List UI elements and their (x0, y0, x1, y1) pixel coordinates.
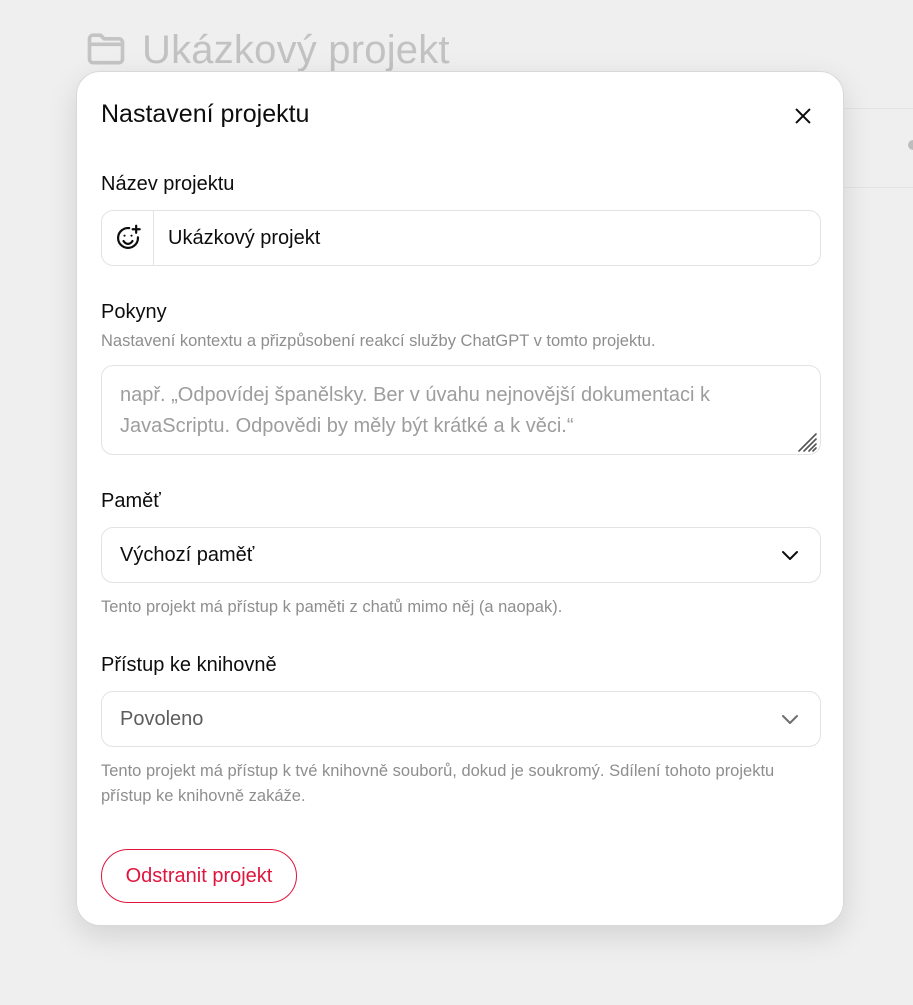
project-name-label: Název projektu (101, 173, 235, 195)
project-name-input[interactable] (154, 211, 820, 265)
instructions-description: Nastavení kontextu a přizpůsobení reakcí… (101, 332, 656, 350)
background-avatar (908, 140, 913, 150)
chevron-down-icon (782, 551, 798, 560)
background-project-header: Ukázkový projekt (84, 26, 450, 75)
emoji-picker-button[interactable] (102, 211, 154, 265)
project-settings-modal: Nastavení projektu Název projektu Pokyny… (76, 71, 844, 926)
memory-help: Tento projekt má přístup k paměti z chat… (101, 598, 563, 616)
chevron-down-icon (782, 715, 798, 724)
background-project-title: Ukázkový projekt (142, 28, 450, 72)
close-button[interactable] (787, 100, 819, 132)
delete-project-button[interactable]: Odstranit projekt (101, 849, 297, 903)
background-divider (840, 108, 913, 188)
library-access-label: Přístup ke knihovně (101, 654, 277, 676)
resize-grip-icon[interactable] (795, 430, 817, 452)
instructions-label: Pokyny (101, 301, 167, 323)
library-selected-value: Povoleno (120, 707, 204, 730)
emoji-add-icon (116, 224, 141, 249)
memory-select[interactable]: Výchozí paměť (101, 527, 821, 583)
instructions-textarea[interactable] (101, 365, 821, 455)
memory-selected-value: Výchozí paměť (120, 543, 255, 566)
project-name-field (101, 210, 821, 266)
folder-icon (84, 26, 128, 75)
modal-title: Nastavení projektu (101, 100, 310, 128)
library-access-select[interactable]: Povoleno (101, 691, 821, 747)
memory-label: Paměť (101, 490, 161, 512)
library-help: Tento projekt má přístup k tvé knihovně … (101, 762, 775, 805)
close-icon (795, 108, 811, 124)
